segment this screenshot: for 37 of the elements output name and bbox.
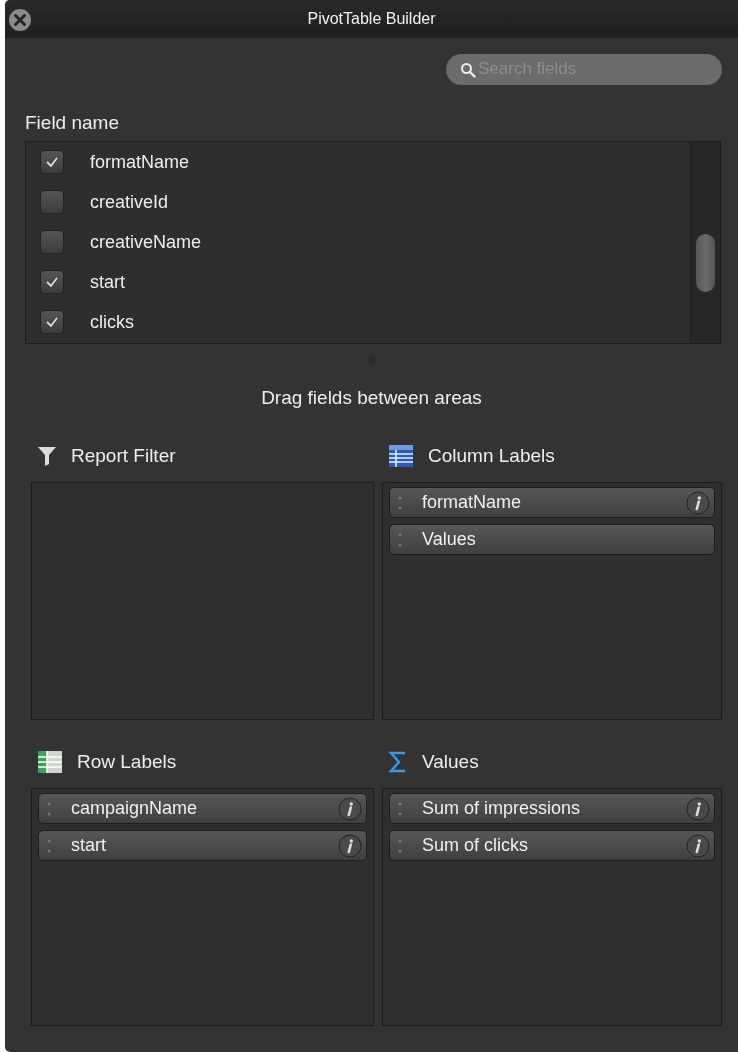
field-chip[interactable]: Values — [389, 524, 715, 555]
close-button[interactable] — [8, 7, 32, 31]
field-chip[interactable]: Sum of impressions — [389, 793, 715, 824]
field-chip[interactable]: formatName — [389, 487, 715, 518]
checkmark-icon — [45, 316, 59, 329]
area-title: Column Labels — [428, 443, 555, 468]
checkmark-icon — [45, 276, 59, 289]
field-label: creativeName — [90, 230, 202, 254]
info-icon[interactable] — [338, 833, 362, 858]
info-icon[interactable] — [686, 796, 710, 821]
field-label: formatName — [90, 150, 190, 174]
field-label: clicks — [90, 310, 134, 334]
checkbox[interactable] — [40, 310, 64, 335]
list-heading: Field name — [25, 110, 120, 135]
field-chip[interactable]: campaignName — [38, 793, 367, 824]
area-title: Values — [422, 749, 479, 774]
info-icon[interactable] — [338, 796, 362, 821]
table-icon — [388, 444, 414, 468]
field-chip[interactable]: start — [38, 830, 367, 861]
checkbox[interactable] — [40, 150, 64, 175]
window-title: PivotTable Builder — [307, 8, 436, 29]
sigma-icon — [388, 750, 408, 774]
area-title: Row Labels — [77, 749, 177, 774]
funnel-icon — [37, 445, 57, 467]
scrollbar[interactable] — [690, 142, 720, 343]
table-icon — [37, 750, 63, 774]
checkbox[interactable] — [40, 230, 64, 255]
checkbox[interactable] — [40, 190, 64, 215]
checkbox[interactable] — [40, 270, 64, 295]
info-icon[interactable] — [686, 833, 710, 858]
field-label: start — [90, 270, 125, 294]
field-chip[interactable]: Sum of clicks — [389, 830, 715, 861]
field-label: creativeId — [90, 190, 169, 214]
checkmark-icon — [45, 156, 59, 169]
area-title: Report Filter — [71, 443, 176, 468]
instruction-text: Drag fields between areas — [260, 385, 483, 410]
info-icon[interactable] — [686, 490, 710, 515]
